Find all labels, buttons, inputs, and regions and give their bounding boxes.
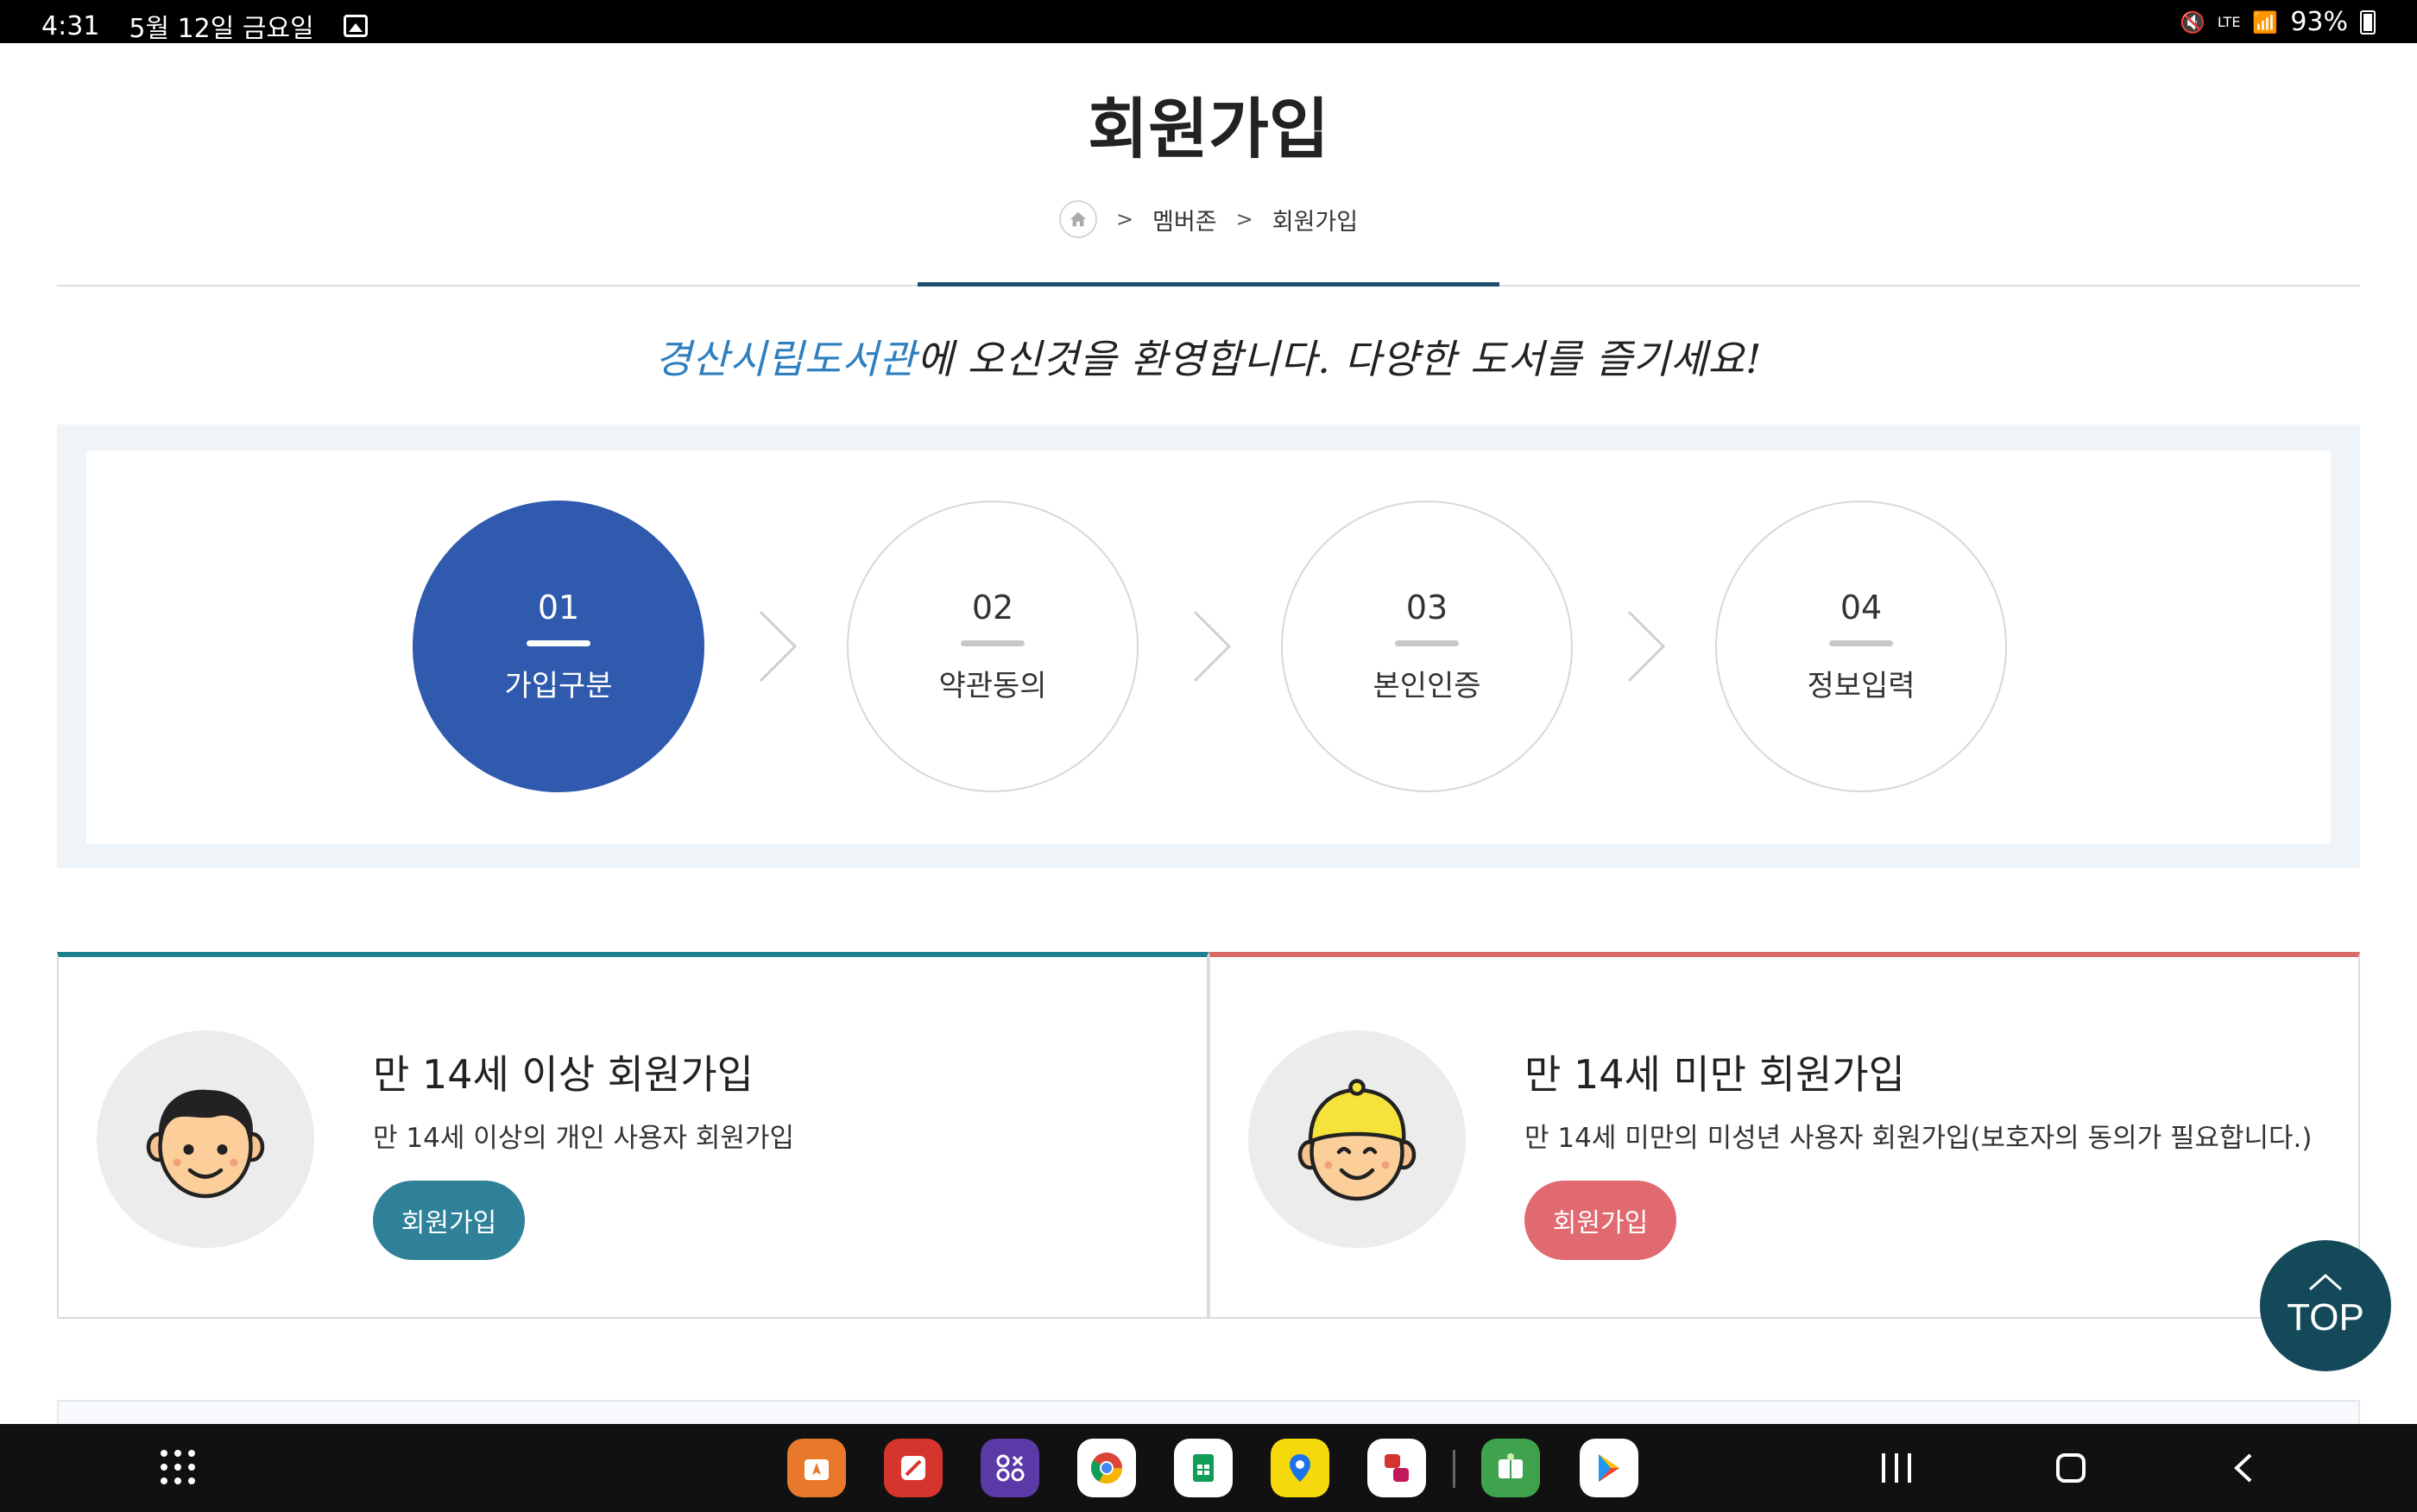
multi-app-icon[interactable] [1367, 1439, 1426, 1497]
step-number: 04 [1840, 589, 1883, 627]
battery-percent: 93% [2290, 7, 2348, 37]
apps-folder-icon[interactable] [981, 1439, 1039, 1497]
welcome-message: 경산시립도서관에 오신것을 환영합니다. 다양한 도서를 즐기세요! [0, 328, 2417, 385]
step-label: 본인인증 [1373, 669, 1481, 703]
child-join-card: 만 14세 미만 회원가입 만 14세 미만의 미성년 사용자 회원가입(보호자… [1208, 952, 2360, 1319]
step-bar [1395, 640, 1459, 646]
back-icon[interactable] [2231, 1453, 2257, 1483]
chrome-icon[interactable] [1077, 1439, 1136, 1497]
play-store-icon[interactable] [1580, 1439, 1638, 1497]
step-label: 가입구분 [504, 669, 613, 703]
sheets-icon[interactable] [1174, 1439, 1233, 1497]
navigation-bar [0, 1424, 2417, 1512]
step-number: 02 [971, 589, 1014, 627]
top-label: TOP [2287, 1296, 2364, 1339]
signal-icon: 📶 [2252, 9, 2279, 35]
library-name: 경산시립도서관 [654, 336, 917, 382]
chevron-right-icon [759, 610, 798, 683]
adult-face-icon [146, 1089, 265, 1199]
step-bar [527, 640, 590, 646]
breadcrumb-current[interactable]: 회원가입 [1272, 203, 1358, 236]
battery-icon [2360, 9, 2376, 35]
breadcrumb-member-zone[interactable]: 멤버존 [1152, 203, 1217, 236]
status-bar: 4:31 5월 12일 금요일 🔇 LTE 📶 93% [0, 0, 2417, 44]
network-type: LTE [2217, 13, 2241, 30]
step-4: 04 정보입력 [1715, 501, 2007, 792]
gallery-notification-icon [343, 15, 368, 37]
step-label: 정보입력 [1807, 669, 1915, 703]
home-icon[interactable] [1058, 200, 1097, 238]
breadcrumb-separator: > [1115, 207, 1134, 231]
avatar [97, 1030, 314, 1248]
card-title: 만 14세 미만 회원가입 [1524, 1051, 1905, 1098]
child-face-icon [1297, 1079, 1417, 1201]
status-time: 4:31 [41, 10, 100, 41]
chevron-right-icon [1193, 610, 1232, 683]
header-divider-accent [918, 282, 1499, 287]
step-bar [1829, 640, 1893, 646]
child-join-button[interactable]: 회원가입 [1524, 1181, 1676, 1260]
step-2: 02 약관동의 [847, 501, 1139, 792]
avatar [1248, 1030, 1466, 1248]
chevron-up-icon [2309, 1273, 2342, 1291]
step-label: 약관동의 [938, 669, 1047, 703]
app-drawer-icon[interactable] [161, 1450, 195, 1484]
step-number: 01 [537, 589, 580, 627]
maps-icon[interactable] [1271, 1439, 1329, 1497]
card-description: 만 14세 미만의 미성년 사용자 회원가입(보호자의 동의가 필요합니다.) [1524, 1123, 2313, 1154]
status-date: 5월 12일 금요일 [129, 14, 314, 44]
chevron-right-icon [1627, 610, 1666, 683]
recent-apps-icon[interactable] [1882, 1453, 1911, 1483]
mute-icon: 🔇 [2179, 9, 2206, 35]
welcome-text: 에 오신것을 환영합니다. 다양한 도서를 즐기세요! [916, 336, 1763, 382]
card-title: 만 14세 이상 회원가입 [373, 1051, 754, 1098]
adult-join-button[interactable]: 회원가입 [373, 1181, 525, 1260]
step-1: 01 가입구분 [413, 501, 704, 792]
step-3: 03 본인인증 [1281, 501, 1573, 792]
kyobo-library-icon[interactable] [1481, 1439, 1540, 1497]
galaxy-store-icon[interactable] [787, 1439, 846, 1497]
step-bar [961, 640, 1025, 646]
step-number: 03 [1405, 589, 1448, 627]
page-title: 회원가입 [1088, 91, 1329, 167]
dock-separator [1453, 1450, 1455, 1488]
notes-app-icon[interactable] [884, 1439, 943, 1497]
card-description: 만 14세 이상의 개인 사용자 회원가입 [373, 1123, 794, 1154]
steps-container: 01 가입구분 02 약관동의 03 본인인증 04 정보입력 [86, 450, 2331, 844]
adult-join-card: 만 14세 이상 회원가입 만 14세 이상의 개인 사용자 회원가입 회원가입 [57, 952, 1208, 1319]
breadcrumb: > 멤버존 > 회원가입 [0, 200, 2417, 238]
home-button-icon[interactable] [2056, 1453, 2086, 1483]
scroll-top-button[interactable]: TOP [2260, 1240, 2391, 1371]
breadcrumb-separator: > [1235, 207, 1253, 231]
